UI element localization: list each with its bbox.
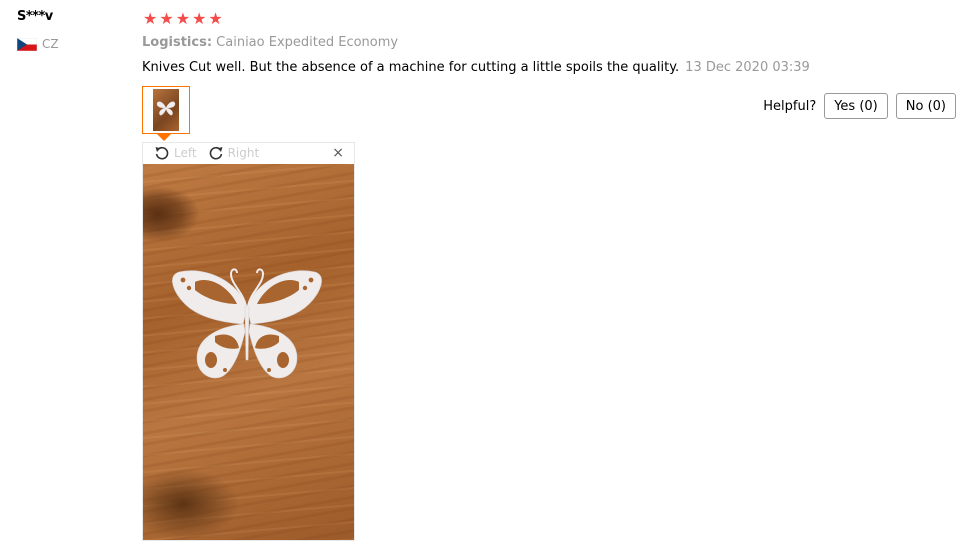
czech-flag-icon — [17, 37, 37, 51]
butterfly-image-icon — [156, 101, 176, 116]
photo-viewer: Left Right × — [142, 142, 355, 541]
logistics-info: Logistics: Cainiao Expedited Economy — [142, 35, 398, 50]
helpful-section: Helpful? Yes (0) No (0) — [763, 93, 956, 119]
logistics-value: Cainiao Expedited Economy — [216, 35, 399, 50]
thumbnail-pointer — [157, 134, 171, 141]
star-icon: ★ — [192, 9, 207, 28]
helpful-label: Helpful? — [763, 98, 817, 114]
country-code: CZ — [42, 37, 59, 51]
rotate-left-icon — [155, 146, 169, 160]
close-icon[interactable]: × — [332, 145, 344, 161]
reviewer-country: CZ — [17, 37, 59, 51]
review-content: Knives Cut well. But the absence of a ma… — [142, 60, 810, 75]
star-icon: ★ — [159, 9, 174, 28]
star-rating: ★ ★ ★ ★ ★ — [143, 11, 223, 27]
reviewer-name: S***v — [17, 9, 53, 24]
star-icon: ★ — [208, 9, 223, 28]
logistics-label: Logistics: — [142, 35, 213, 50]
star-icon: ★ — [143, 9, 158, 28]
star-icon: ★ — [175, 9, 191, 28]
helpful-no-button[interactable]: No (0) — [895, 93, 956, 119]
review-photo-thumbnail[interactable] — [142, 86, 190, 134]
review-text: Knives Cut well. But the absence of a ma… — [142, 60, 680, 75]
review-photo — [143, 164, 354, 540]
review-date: 13 Dec 2020 03:39 — [685, 60, 810, 75]
helpful-yes-button[interactable]: Yes (0) — [824, 93, 888, 119]
rotate-left-button[interactable]: Left — [154, 145, 197, 161]
butterfly-photo-shape — [172, 268, 322, 379]
rotate-left-label: Left — [174, 146, 197, 160]
photo-viewer-toolbar: Left Right × — [143, 143, 354, 163]
rotate-right-label: Right — [227, 146, 260, 160]
rotate-right-icon — [209, 146, 223, 160]
rotate-right-button[interactable]: Right — [208, 145, 260, 161]
